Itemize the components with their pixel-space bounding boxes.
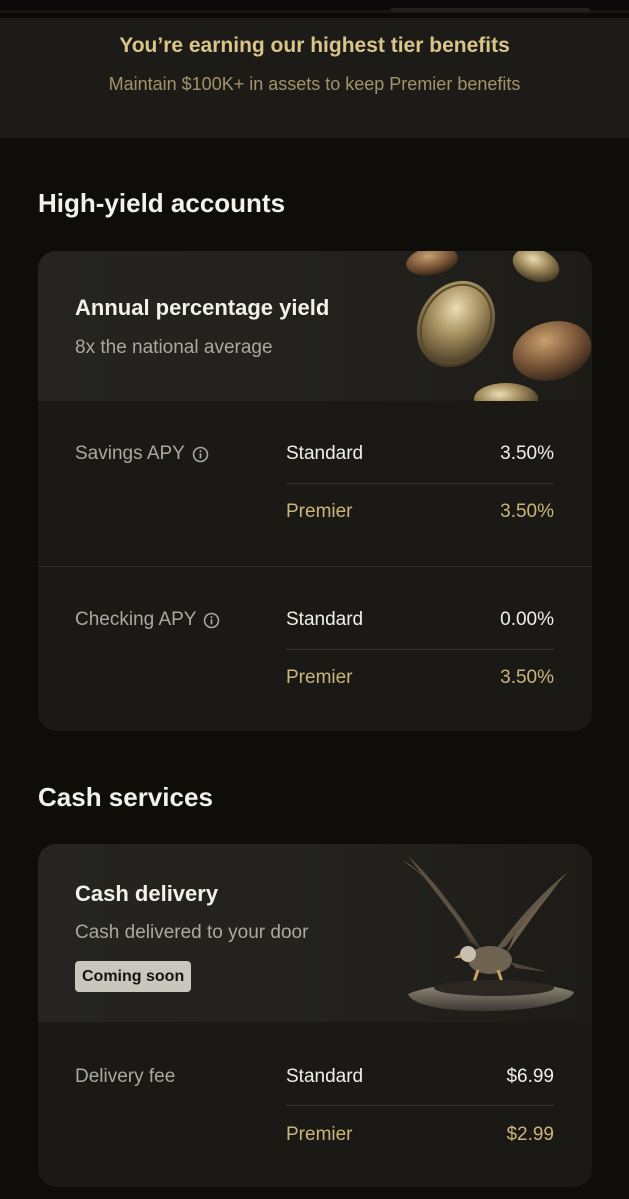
savings-row-divider bbox=[286, 483, 554, 484]
delivery-standard-value: $6.99 bbox=[506, 1066, 554, 1087]
delivery-fee-label: Delivery fee bbox=[75, 1066, 176, 1087]
apy-card: Annual percentage yield 8x the national … bbox=[38, 251, 592, 731]
cash-card-title: Cash delivery bbox=[75, 881, 219, 906]
cash-delivery-card: Cash delivery Cash delivered to your doo… bbox=[38, 844, 592, 1187]
savings-standard-label: Standard bbox=[286, 443, 364, 464]
checking-apy-text: Checking APY bbox=[75, 609, 197, 630]
section-title-high-yield: High-yield accounts bbox=[38, 188, 286, 218]
checking-premier-value: 3.50% bbox=[500, 667, 554, 688]
checking-row-divider bbox=[286, 649, 554, 650]
sheet-top-bar bbox=[0, 0, 629, 18]
savings-apy-label: Savings APY bbox=[75, 443, 209, 465]
savings-premier-value: 3.50% bbox=[500, 501, 554, 522]
delivery-premier-value: $2.99 bbox=[506, 1124, 554, 1145]
banner-subtitle: Maintain $100K+ in assets to keep Premie… bbox=[108, 74, 521, 94]
apy-card-header: Annual percentage yield 8x the national … bbox=[38, 251, 592, 401]
apy-card-title: Annual percentage yield bbox=[75, 295, 330, 320]
cash-card-subtitle: Cash delivered to your door bbox=[75, 922, 309, 943]
apy-card-subtitle: 8x the national average bbox=[75, 337, 273, 358]
banner-title: You’re earning our highest tier benefits bbox=[119, 34, 510, 57]
gold-coins-icon bbox=[406, 251, 592, 401]
savings-premier-label: Premier bbox=[286, 501, 353, 522]
tier-banner: You’re earning our highest tier benefits… bbox=[0, 18, 629, 138]
section-title-cash-services: Cash services bbox=[38, 782, 213, 812]
checking-standard-value: 0.00% bbox=[500, 609, 554, 630]
savings-standard-value: 3.50% bbox=[500, 443, 554, 464]
checking-standard-label: Standard bbox=[286, 609, 364, 630]
checking-info-icon[interactable] bbox=[203, 612, 220, 629]
cash-card-header: Cash delivery Cash delivered to your doo… bbox=[38, 844, 592, 1022]
apy-section-divider bbox=[38, 566, 592, 567]
delivery-row-divider bbox=[286, 1105, 554, 1106]
savings-apy-text: Savings APY bbox=[75, 443, 185, 464]
checking-premier-label: Premier bbox=[286, 667, 353, 688]
drag-handle[interactable] bbox=[0, 8, 629, 13]
delivery-premier-label: Premier bbox=[286, 1124, 353, 1145]
delivery-standard-label: Standard bbox=[286, 1066, 364, 1087]
coming-soon-badge: Coming soon bbox=[75, 961, 192, 992]
savings-info-icon[interactable] bbox=[192, 446, 209, 463]
checking-apy-label: Checking APY bbox=[75, 609, 220, 631]
eagle-on-rock-icon bbox=[402, 856, 574, 1012]
